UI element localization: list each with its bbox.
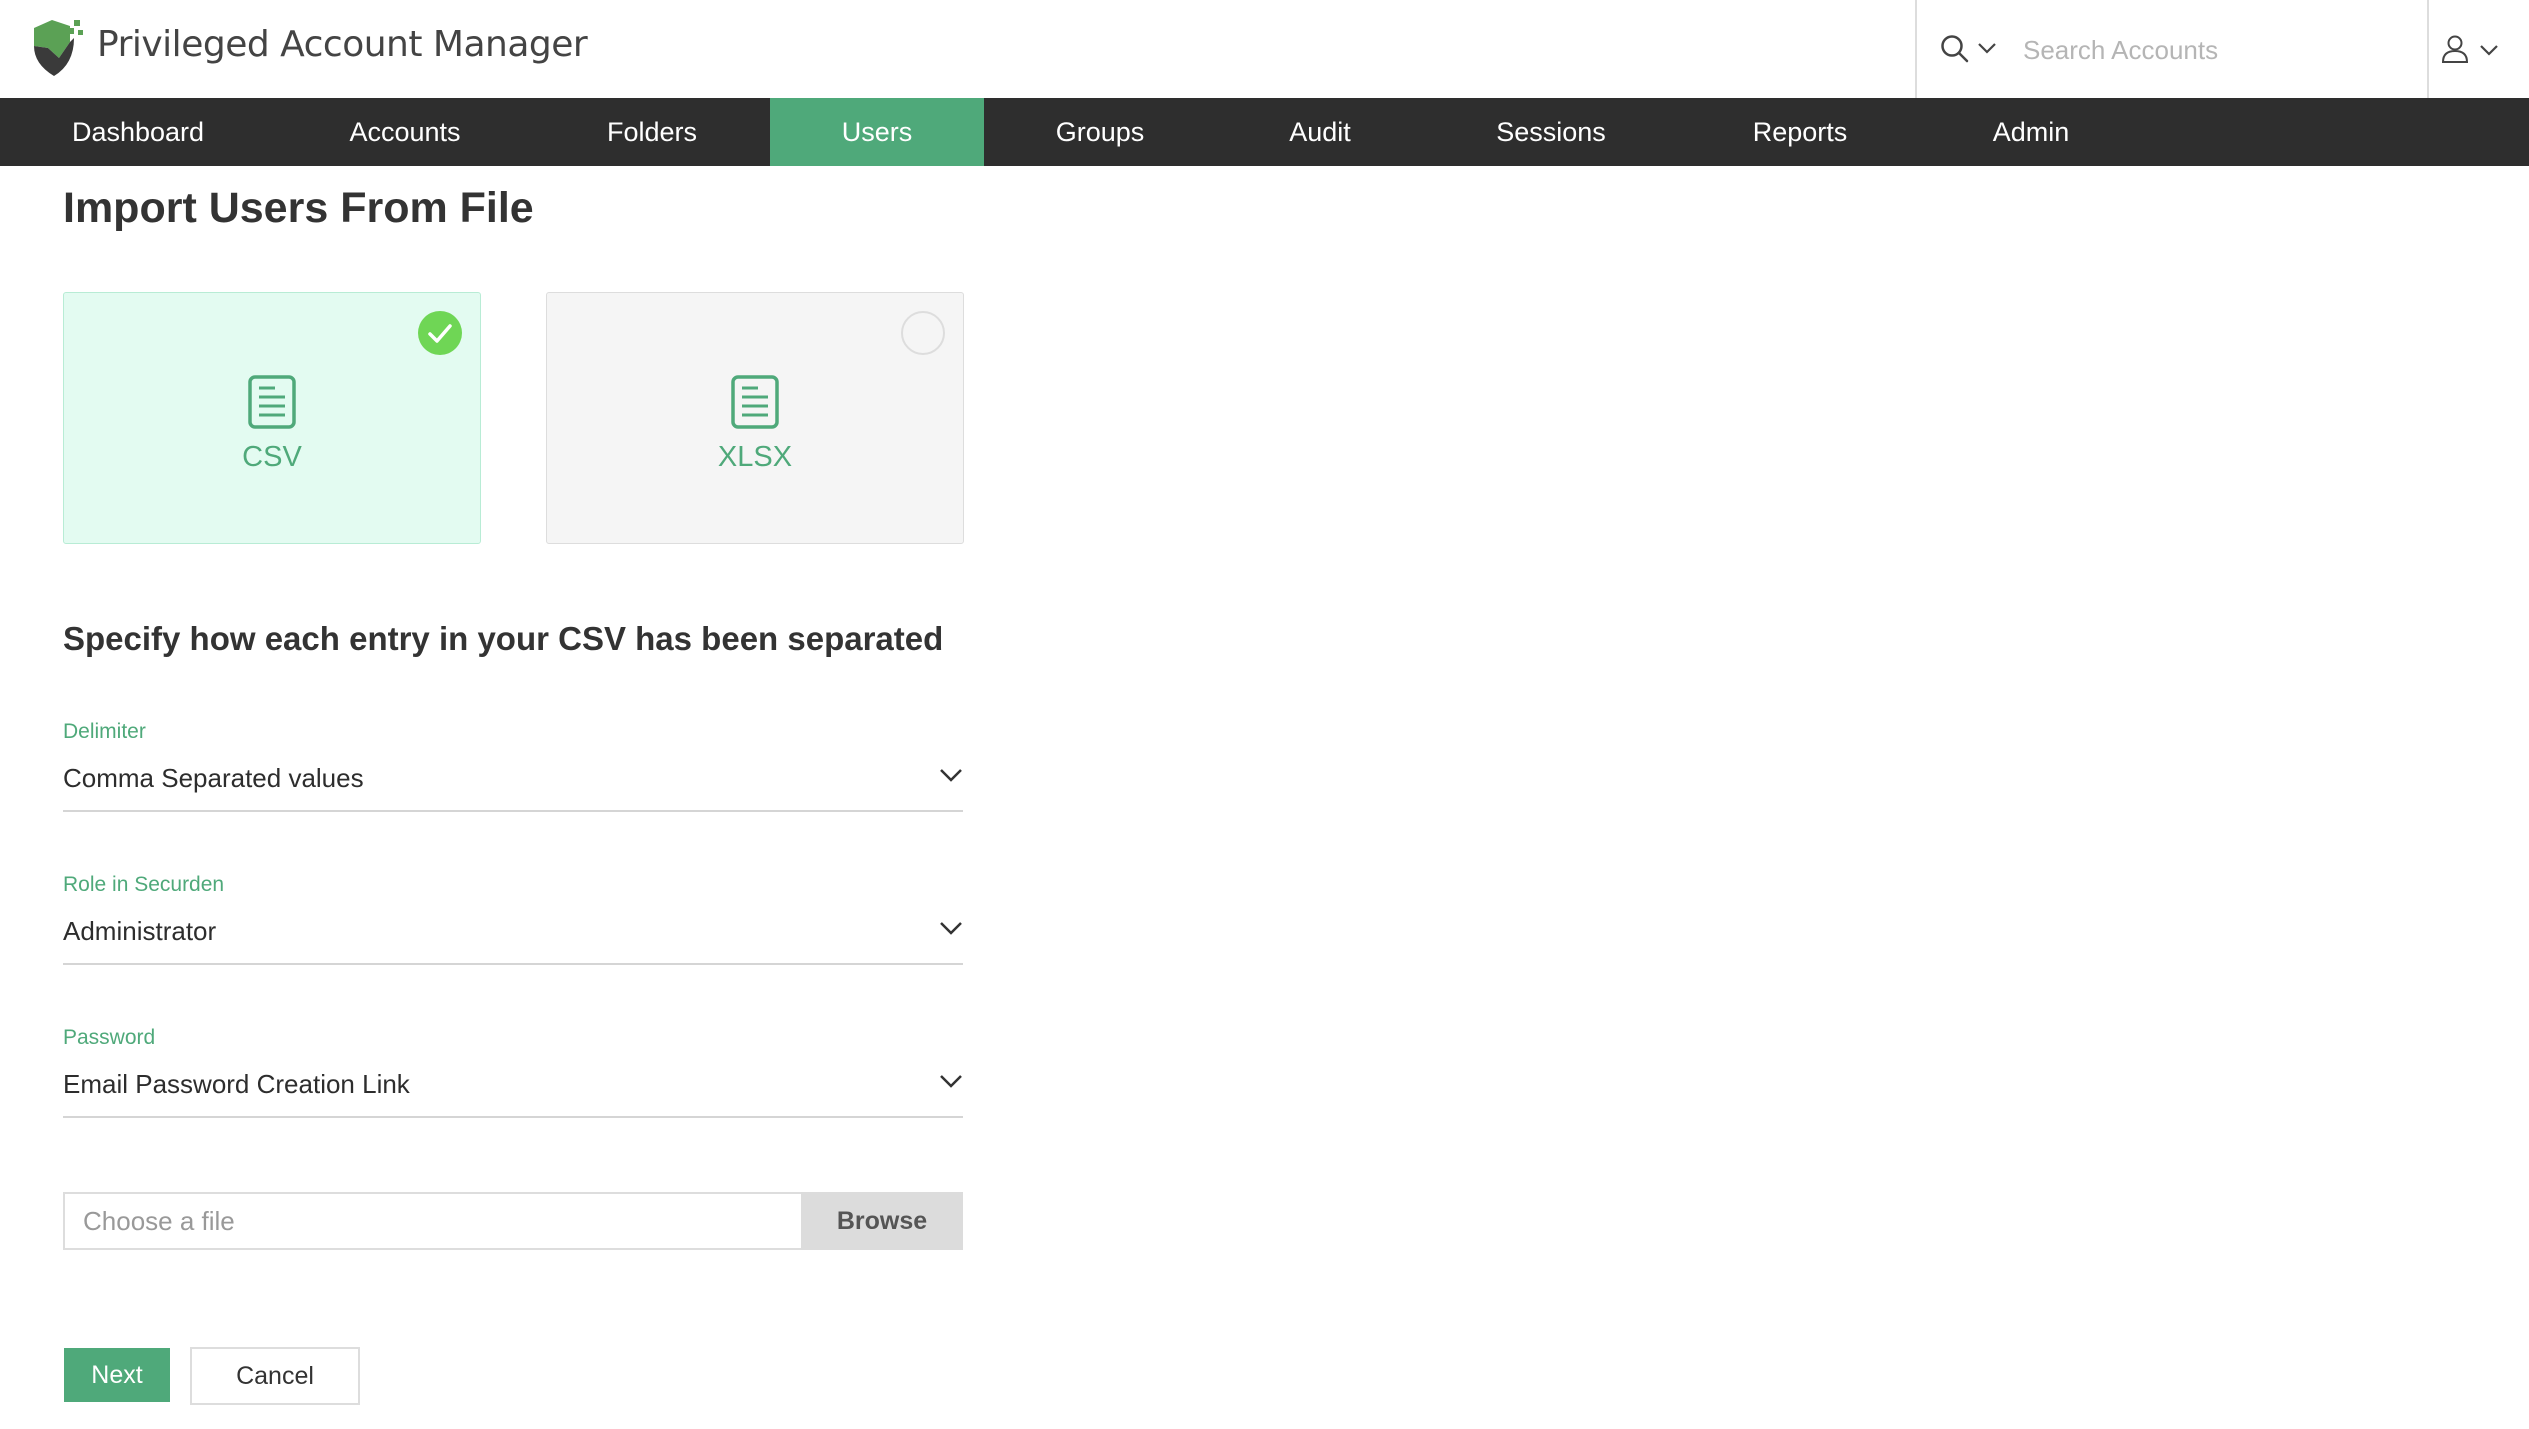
delimiter-label: Delimiter	[63, 720, 146, 743]
search-icon[interactable]	[1939, 33, 1971, 65]
document-icon	[248, 375, 296, 429]
password-field: Password Email Password Creation Link	[63, 1026, 963, 1118]
document-icon	[731, 375, 779, 429]
unselected-radio	[901, 311, 945, 355]
page-title: Import Users From File	[63, 184, 534, 232]
role-select[interactable]: Administrator	[63, 913, 963, 965]
role-label: Role in Securden	[63, 873, 225, 896]
app-title: Privileged Account Manager	[97, 24, 588, 65]
role-value: Administrator	[63, 916, 217, 946]
chevron-down-icon	[940, 769, 962, 782]
main-nav: Dashboard Accounts Folders Users Groups …	[0, 98, 2529, 166]
nav-sessions[interactable]: Sessions	[1424, 98, 1678, 166]
next-button[interactable]: Next	[64, 1348, 170, 1402]
nav-reports[interactable]: Reports	[1678, 98, 1922, 166]
file-type-card-xlsx[interactable]: XLSX	[546, 292, 964, 544]
file-input[interactable]: Choose a file	[63, 1192, 801, 1250]
nav-audit[interactable]: Audit	[1216, 98, 1424, 166]
delimiter-value: Comma Separated values	[63, 763, 364, 793]
cancel-button[interactable]: Cancel	[190, 1347, 360, 1405]
file-type-label: XLSX	[717, 441, 793, 473]
nav-admin[interactable]: Admin	[1922, 98, 2140, 166]
nav-dashboard[interactable]: Dashboard	[0, 98, 276, 166]
user-icon	[2441, 35, 2469, 63]
password-value: Email Password Creation Link	[63, 1069, 410, 1099]
nav-accounts[interactable]: Accounts	[276, 98, 534, 166]
nav-users[interactable]: Users	[770, 98, 984, 166]
password-label: Password	[63, 1026, 156, 1049]
delimiter-select[interactable]: Comma Separated values	[63, 760, 963, 812]
app-header: Privileged Account Manager	[0, 0, 2529, 98]
role-field: Role in Securden Administrator	[63, 873, 963, 965]
chevron-down-icon	[940, 922, 962, 935]
shield-logo-icon	[34, 20, 83, 76]
section-title: Specify how each entry in your CSV has b…	[63, 620, 944, 657]
file-type-card-csv[interactable]: CSV	[63, 292, 481, 544]
selected-check	[418, 311, 462, 355]
password-select[interactable]: Email Password Creation Link	[63, 1066, 963, 1118]
check-icon	[428, 324, 452, 343]
delimiter-field: Delimiter Comma Separated values	[63, 720, 963, 812]
nav-folders[interactable]: Folders	[534, 98, 770, 166]
file-chooser: Choose a file Browse	[63, 1192, 963, 1250]
browse-button[interactable]: Browse	[801, 1192, 963, 1250]
chevron-down-icon[interactable]	[1977, 40, 1997, 56]
nav-groups[interactable]: Groups	[984, 98, 1216, 166]
user-menu[interactable]	[2440, 30, 2520, 70]
chevron-down-icon	[2480, 45, 2498, 56]
chevron-down-icon	[940, 1075, 962, 1088]
file-type-label: CSV	[242, 441, 302, 473]
search-input[interactable]	[2021, 24, 2405, 76]
search-box	[1915, 0, 2429, 98]
